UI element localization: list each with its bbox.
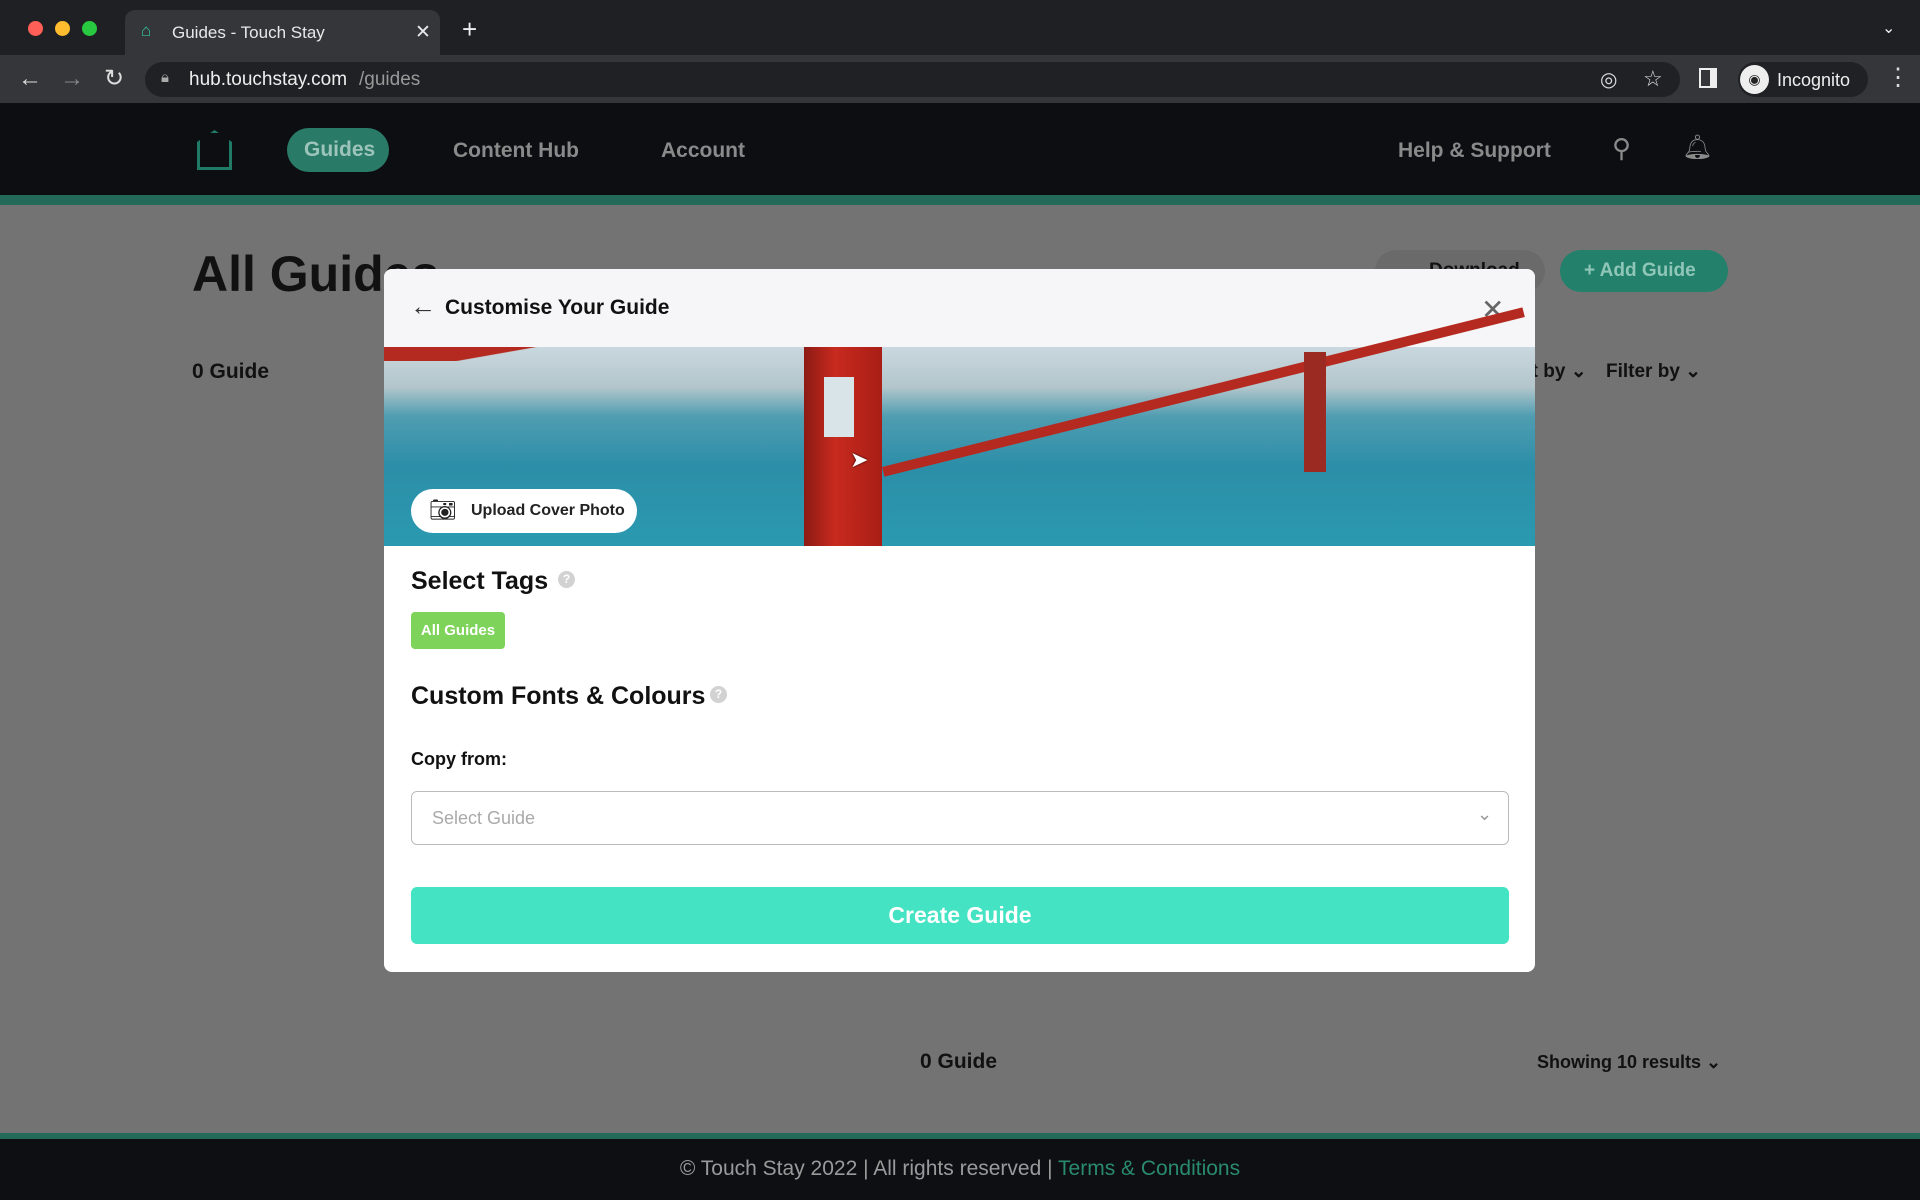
lock-icon: 🔒︎ [161,69,169,86]
tracking-blocked-eye-icon[interactable]: ◎ [1600,67,1617,92]
url-input[interactable]: 🔒︎ hub.touchstay.com/guides ◎ ☆ [145,62,1680,97]
camera-icon: 📷︎ [429,497,457,522]
modal-title: Customise Your Guide [445,296,670,319]
nav-guides-label: Guides [304,138,376,161]
bottom-guide-count: 0 Guide [920,1050,998,1073]
mouse-cursor-icon: ➤ [850,447,869,472]
nav-account[interactable]: Account [661,139,745,163]
nav-content-hub[interactable]: Content Hub [453,139,579,163]
create-guide-label: Create Guide [888,902,1032,928]
terms-link[interactable]: Terms & Conditions [1058,1157,1240,1180]
url-path: /guides [359,69,421,90]
forward-icon[interactable]: → [60,65,84,93]
help-icon[interactable]: ? [710,686,727,703]
url-host: hub.touchstay.com [189,69,348,90]
filter-by-dropdown[interactable]: Filter by ⌄ [1606,360,1701,383]
tag-label: All Guides [420,622,496,639]
incognito-icon: ◉ [1740,65,1769,94]
close-tab-icon[interactable]: ✕ [415,21,431,44]
tag-all-guides[interactable]: All Guides [411,612,505,649]
browser-menu-icon[interactable]: ⋮ [1886,63,1910,92]
cover-photo: 📷︎ Upload Cover Photo [384,307,1535,546]
chevron-down-icon: ⌄ [1477,804,1493,824]
copy-from-label: Copy from: [411,749,507,769]
filter-label: Filter by [1606,361,1680,382]
guide-count: 0 Guide [192,360,270,383]
add-guide-label: Add Guide [1599,260,1696,281]
search-icon[interactable]: ⚲ [1612,133,1631,164]
results-per-page-dropdown[interactable]: Showing 10 results ⌄ [1537,1052,1721,1073]
browser-tab-bar: ⌂ Guides - Touch Stay ✕ + ⌄ [0,0,1920,55]
create-guide-button[interactable]: Create Guide [411,887,1509,944]
minimize-window-button[interactable] [55,21,70,36]
upload-cover-photo-button[interactable]: 📷︎ Upload Cover Photo [411,489,637,533]
tab-list-chevron-icon[interactable]: ⌄ [1882,18,1895,38]
help-icon[interactable]: ? [558,571,575,588]
maximize-window-button[interactable] [82,21,97,36]
touchstay-logo[interactable] [197,130,232,170]
close-window-button[interactable] [28,21,43,36]
modal-header: ← Customise Your Guide ✕ [384,269,1535,347]
select-guide-dropdown[interactable]: Select Guide ⌄ [411,791,1509,845]
plus-icon: + [1584,260,1600,281]
select-tags-heading: Select Tags [411,567,549,595]
custom-fonts-heading: Custom Fonts & Colours [411,682,706,710]
add-guide-button[interactable]: + Add Guide [1560,250,1728,292]
far-bridge-tower [1304,352,1326,472]
side-panel-icon[interactable] [1699,68,1717,88]
profile-label: Incognito [1777,70,1851,90]
bridge-cable [384,347,804,361]
browser-tab[interactable]: ⌂ Guides - Touch Stay ✕ [125,10,440,55]
back-arrow-icon[interactable]: ← [410,291,436,322]
address-bar: ← → ↻ 🔒︎ hub.touchstay.com/guides ◎ ☆ ◉ … [0,55,1920,103]
footer: © Touch Stay 2022 | All rights reserved … [0,1133,1920,1200]
new-tab-icon[interactable]: + [462,14,477,45]
nav-guides[interactable]: Guides [287,128,389,172]
bell-icon[interactable]: 🔔︎ [1682,133,1712,162]
nav-help-support[interactable]: Help & Support [1398,139,1551,163]
tab-title: Guides - Touch Stay [172,23,325,42]
bookmark-star-icon[interactable]: ☆ [1643,66,1663,92]
tower-opening [824,377,854,437]
customise-guide-modal: ← Customise Your Guide ✕ 📷︎ Upload Cover… [384,269,1535,972]
touchstay-favicon-icon: ⌂ [141,21,152,40]
incognito-profile-button[interactable]: ◉ Incognito [1738,62,1868,97]
showing-label: Showing 10 results [1537,1052,1702,1072]
app-header: Guides Content Hub Account Help & Suppor… [0,103,1920,195]
copyright-text: © Touch Stay 2022 | All rights reserved … [679,1157,1053,1180]
back-icon[interactable]: ← [18,65,42,93]
reload-icon[interactable]: ↻ [104,64,124,93]
select-placeholder: Select Guide [432,808,536,828]
upload-label: Upload Cover Photo [471,502,625,519]
header-accent-stripe [0,195,1920,205]
